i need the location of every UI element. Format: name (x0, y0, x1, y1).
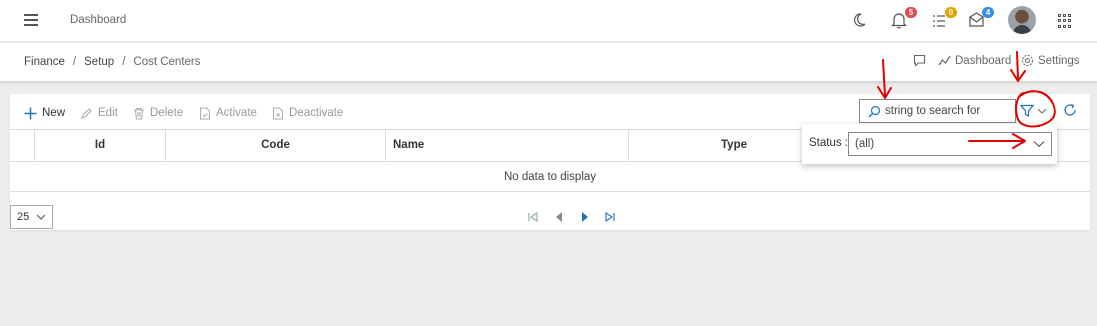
last-page-icon (605, 211, 615, 223)
app-title: Dashboard (70, 14, 127, 26)
chevron-down-icon (1037, 108, 1047, 114)
filter-icon (1020, 104, 1034, 117)
new-button[interactable]: New (24, 104, 65, 122)
status-label: Status : (809, 137, 848, 149)
comment-button[interactable] (913, 54, 926, 67)
search-icon (868, 105, 881, 117)
page-size-value: 25 (17, 211, 30, 223)
first-page-button[interactable] (526, 210, 540, 224)
column-header-id[interactable]: Id (35, 130, 166, 161)
edit-button[interactable]: Edit (80, 104, 118, 122)
page-size-select[interactable]: 25 (10, 205, 53, 229)
mail-icon[interactable]: 4 (968, 7, 994, 31)
first-page-icon (528, 211, 538, 223)
next-page-button[interactable] (578, 210, 592, 224)
previous-page-button[interactable] (552, 210, 566, 224)
activate-button[interactable]: Activate (199, 104, 257, 122)
last-page-button[interactable] (603, 210, 617, 224)
settings-link-label: Settings (1038, 54, 1080, 67)
activate-button-label: Activate (216, 107, 257, 119)
document-x-icon (273, 107, 283, 119)
filter-popup: Status : (all) (802, 124, 1057, 164)
breadcrumb-item-cost-centers: Cost Centers (133, 56, 201, 68)
select-column-header[interactable] (10, 130, 35, 161)
top-bar: Dashboard 5 0 4 (0, 0, 1097, 42)
settings-link[interactable]: Settings (1021, 54, 1080, 67)
trash-icon (134, 107, 144, 119)
caret-left-icon (556, 212, 562, 222)
breadcrumb-bar: Finance / Setup / Cost Centers Dashboard Set… (0, 43, 1097, 81)
pencil-icon (81, 107, 92, 119)
new-button-label: New (42, 107, 66, 119)
document-check-icon (200, 107, 210, 119)
tasks-icon[interactable]: 0 (931, 7, 957, 31)
refresh-button[interactable] (1062, 102, 1078, 118)
caret-right-icon (582, 212, 588, 222)
dashboard-link[interactable]: Dashboard (938, 54, 1011, 67)
moon-icon[interactable] (850, 11, 870, 31)
filter-button[interactable] (1020, 101, 1056, 121)
deactivate-button[interactable]: Deactivate (272, 104, 343, 122)
tasks-badge: 0 (945, 7, 957, 18)
edit-button-label: Edit (98, 107, 118, 119)
chevron-down-icon (36, 214, 46, 220)
search-box[interactable] (859, 99, 1016, 123)
refresh-icon (1064, 104, 1076, 116)
messages-badge: 4 (982, 7, 994, 18)
apps-grid-icon[interactable] (1058, 14, 1072, 28)
chevron-down-icon (1033, 141, 1045, 148)
comment-icon (913, 54, 926, 67)
search-input[interactable] (885, 105, 1005, 117)
bell-icon[interactable]: 5 (891, 7, 917, 31)
breadcrumb-item-finance[interactable]: Finance (24, 56, 65, 68)
breadcrumb: Finance / Setup / Cost Centers (24, 56, 201, 68)
menu-icon[interactable] (24, 14, 38, 26)
column-header-code[interactable]: Code (166, 130, 386, 161)
gear-icon (1021, 54, 1034, 67)
delete-button-label: Delete (150, 107, 184, 119)
empty-message: No data to display (10, 162, 1090, 192)
status-select-value: (all) (855, 138, 875, 150)
avatar[interactable] (1008, 6, 1036, 34)
status-select[interactable]: (all) (848, 132, 1052, 156)
column-header-name[interactable]: Name (386, 130, 629, 161)
delete-button[interactable]: Delete (133, 104, 183, 122)
notifications-badge: 5 (905, 7, 917, 18)
breadcrumb-item-setup[interactable]: Setup (84, 56, 114, 68)
breadcrumb-separator: / (72, 56, 77, 68)
dashboard-link-label: Dashboard (955, 54, 1012, 67)
breadcrumb-separator: / (122, 56, 126, 68)
chart-line-icon (938, 55, 951, 66)
deactivate-button-label: Deactivate (289, 107, 344, 119)
plus-icon (24, 107, 37, 119)
